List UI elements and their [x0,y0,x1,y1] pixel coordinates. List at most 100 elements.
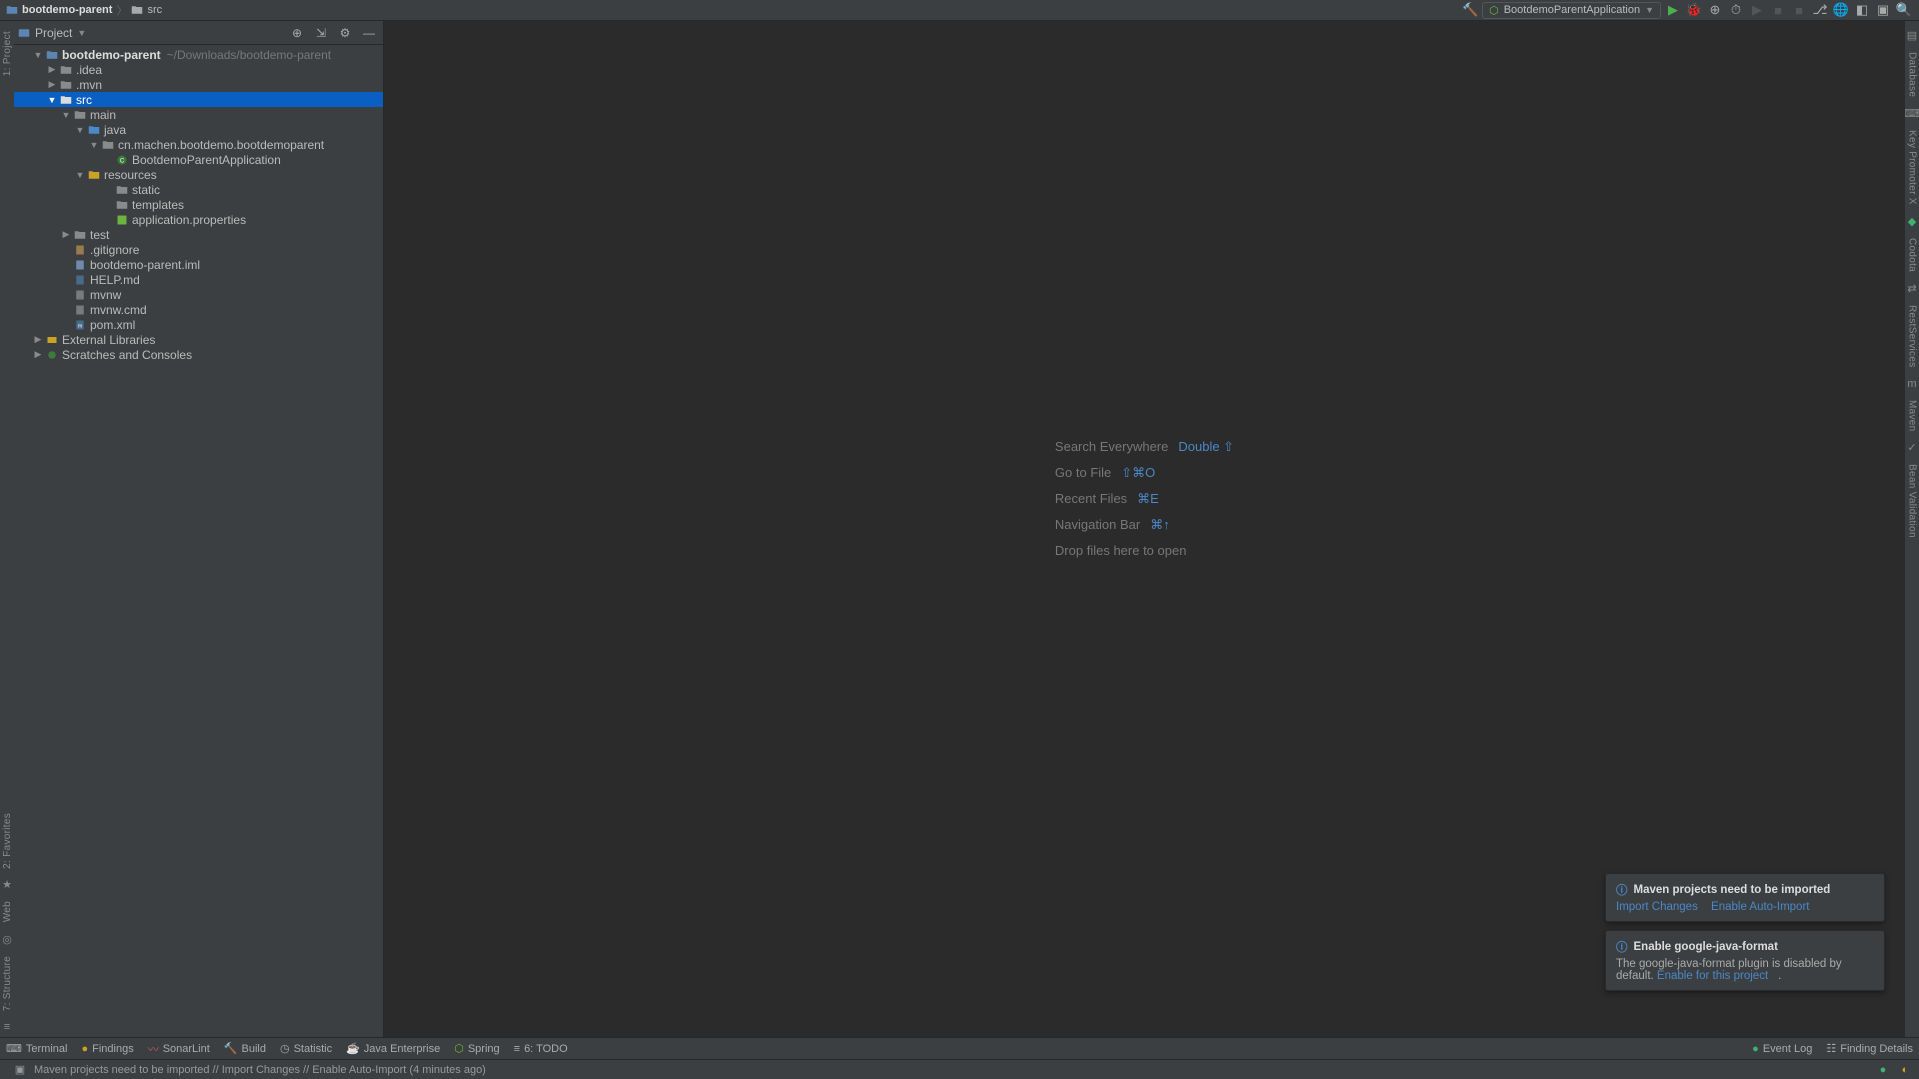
tree-item-iml[interactable]: bootdemo-parent.iml [14,257,383,272]
run-config-select[interactable]: ⬡ BootdemoParentApplication ▼ [1482,2,1661,19]
project-panel-title[interactable]: Project ▼ [18,26,86,40]
globe-icon: ◎ [2,929,12,950]
link-enable-project[interactable]: Enable for this project [1657,970,1768,982]
side-tab-rest[interactable]: RestServices [1907,299,1918,374]
tab-statistic[interactable]: ◷Statistic [280,1042,332,1055]
tree-item-gitignore[interactable]: .gitignore [14,242,383,257]
chevron-down-icon: ▼ [1645,5,1654,15]
tree-root[interactable]: bootdemo-parent ~/Downloads/bootdemo-par… [14,47,383,62]
tree-item-resources[interactable]: resources [14,167,383,182]
status-warn-icon[interactable]: ◐ [1897,1064,1913,1076]
coverage-icon[interactable]: ⊕ [1706,1,1724,19]
event-log-icon: ● [1752,1043,1759,1055]
tree-item-mvn[interactable]: .mvn [14,77,383,92]
panel-hide-icon[interactable]: ▣ [1874,1,1892,19]
tab-terminal[interactable]: ⌨Terminal [6,1042,67,1055]
panel-restore-icon[interactable]: ◧ [1853,1,1871,19]
tree-item-properties[interactable]: application.properties [14,212,383,227]
run-config-label: BootdemoParentApplication [1504,4,1640,16]
stop-all-icon: ■ [1790,1,1808,19]
tree-item-mvnw[interactable]: mvnw [14,287,383,302]
tab-event-log[interactable]: ●Event Log [1752,1043,1812,1055]
todo-icon: ≡ [514,1043,520,1055]
editor-area[interactable]: Search EverywhereDouble ⇧ Go to File⇧⌘O … [384,21,1905,1037]
tree-item-mvnwcmd[interactable]: mvnw.cmd [14,302,383,317]
detail-icon: ☷ [1826,1042,1836,1055]
sonar-icon: 〰 [148,1041,159,1057]
tab-java-enterprise[interactable]: ☕Java Enterprise [346,1042,440,1055]
link-import-changes[interactable]: Import Changes [1616,901,1698,913]
stop-icon: ■ [1769,1,1787,19]
tree-item-app-class[interactable]: C BootdemoParentApplication [14,152,383,167]
tree-item-package[interactable]: cn.machen.bootdemo.bootdemoparent [14,137,383,152]
tree-item-help[interactable]: HELP.md [14,272,383,287]
tab-findings[interactable]: ●Findings [81,1043,133,1055]
hammer-icon: 🔨 [224,1042,238,1055]
hint-drop-label: Drop files here to open [1055,543,1187,558]
locate-icon[interactable]: ⊕ [287,26,307,40]
tree-item-java[interactable]: java [14,122,383,137]
breadcrumb-item-label: src [147,4,162,16]
side-tab-maven[interactable]: Maven [1907,394,1918,438]
breadcrumb-item[interactable]: src [131,4,162,16]
tree-item-idea[interactable]: .idea [14,62,383,77]
tree-item-templates[interactable]: templates [14,197,383,212]
tree-item-scratches[interactable]: Scratches and Consoles [14,347,383,362]
project-tree[interactable]: bootdemo-parent ~/Downloads/bootdemo-par… [14,45,383,1037]
debug-icon[interactable]: 🐞 [1685,1,1703,19]
welcome-hints: Search EverywhereDouble ⇧ Go to File⇧⌘O … [1055,429,1234,568]
link-enable-auto-import[interactable]: Enable Auto-Import [1711,901,1809,913]
tab-spring[interactable]: ⬡Spring [454,1042,499,1055]
codota-icon: ◆ [1908,211,1916,232]
side-tab-bean-validation[interactable]: Bean Validation [1907,458,1918,544]
right-toolwindow-stripe: ▤ Database ⌨ Key Promoter X ◆ Codota ⇄ R… [1905,21,1919,1037]
side-tab-database[interactable]: Database [1907,46,1918,103]
tree-item-main[interactable]: main [14,107,383,122]
spring-icon: ⬡ [1489,4,1499,17]
gear-icon[interactable]: ⚙ [335,26,355,40]
hide-icon[interactable]: — [359,26,379,40]
project-tool-window: Project ▼ ⊕ ⇲ ⚙ — bootdemo-parent ~/Down… [14,21,384,1037]
tab-build[interactable]: 🔨Build [224,1042,266,1055]
status-ok-icon[interactable]: ● [1875,1064,1891,1076]
vcs-icon[interactable]: ⎇ [1811,1,1829,19]
tree-item-external-libs[interactable]: External Libraries [14,332,383,347]
breadcrumb-root[interactable]: bootdemo-parent [6,4,112,16]
notification-maven-import: ⓘMaven projects need to be imported Impo… [1605,873,1885,922]
hint-nav-key: ⌘↑ [1150,517,1170,532]
tree-item-src[interactable]: src [14,92,383,107]
tab-finding-details[interactable]: ☷Finding Details [1826,1042,1913,1055]
profiler-icon[interactable]: ⏱ [1727,1,1745,19]
side-tab-keypromoter[interactable]: Key Promoter X [1907,124,1918,211]
side-tab-codota[interactable]: Codota [1907,232,1918,278]
info-icon: ⓘ [1616,939,1628,955]
side-tab-web[interactable]: Web [2,895,13,928]
status-message: Maven projects need to be imported // Im… [34,1064,486,1076]
search-everywhere-icon[interactable]: 🔍 [1895,1,1913,19]
breadcrumb-root-label: bootdemo-parent [22,4,112,16]
hint-search-key: Double ⇧ [1178,439,1234,454]
build-icon[interactable]: 🔨 [1461,1,1479,19]
side-tab-favorites[interactable]: 2: Favorites [2,807,13,875]
status-bar: ▣ Maven projects need to be imported // … [0,1059,1919,1079]
notification-google-java-format: ⓘEnable google-java-format The google-ja… [1605,930,1885,991]
translate-icon[interactable]: 🌐 [1832,1,1850,19]
hint-goto-label: Go to File [1055,465,1111,480]
rest-icon: ⇄ [1907,278,1916,299]
side-tab-project[interactable]: 1: Project [2,25,13,82]
tab-sonarlint[interactable]: 〰SonarLint [148,1041,210,1057]
notif-title: Enable google-java-format [1634,941,1778,953]
tab-todo[interactable]: ≡6: TODO [514,1043,568,1055]
tree-item-test[interactable]: test [14,227,383,242]
tree-item-pom[interactable]: m pom.xml [14,317,383,332]
side-tab-structure[interactable]: 7: Structure [2,950,13,1017]
tool-windows-icon[interactable]: ▣ [12,1063,28,1076]
findings-icon: ● [81,1043,88,1055]
tree-root-label: bootdemo-parent [62,48,161,62]
hint-nav-label: Navigation Bar [1055,517,1140,532]
tree-item-static[interactable]: static [14,182,383,197]
run-icon[interactable]: ▶ [1664,1,1682,19]
expand-all-icon[interactable]: ⇲ [311,26,331,40]
database-icon: ▤ [1907,25,1917,46]
terminal-icon: ⌨ [6,1042,22,1055]
